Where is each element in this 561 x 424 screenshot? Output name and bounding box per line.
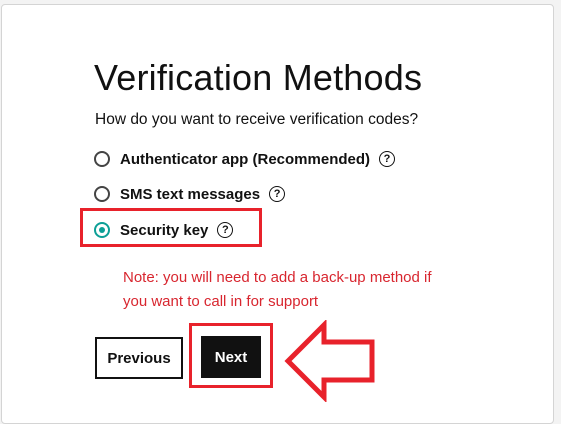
option-sms-text[interactable]: SMS text messages ? (94, 182, 286, 206)
option-label: Authenticator app (Recommended) (120, 150, 371, 168)
radio-sms-text[interactable] (94, 186, 110, 202)
highlight-box-security-key (80, 208, 262, 247)
note-line-1: Note: you will need to add a back-up met… (123, 269, 432, 286)
method-prompt: How do you want to receive verification … (95, 111, 419, 128)
question-circle-icon[interactable]: ? (269, 186, 286, 202)
question-circle-icon[interactable]: ? (379, 151, 396, 167)
option-authenticator-app[interactable]: Authenticator app (Recommended) ? (94, 147, 396, 171)
radio-authenticator-app[interactable] (94, 151, 110, 167)
left-arrow-icon (284, 320, 375, 402)
page-title: Verification Methods (94, 57, 423, 98)
previous-button[interactable]: Previous (95, 337, 183, 379)
highlight-box-next (189, 323, 273, 388)
option-label: SMS text messages (120, 185, 261, 203)
note-line-2: you want to call in for support (123, 293, 319, 310)
verification-card: Verification Methods How do you want to … (1, 4, 554, 424)
backup-method-note: Note: you will need to add a back-up met… (123, 266, 503, 314)
